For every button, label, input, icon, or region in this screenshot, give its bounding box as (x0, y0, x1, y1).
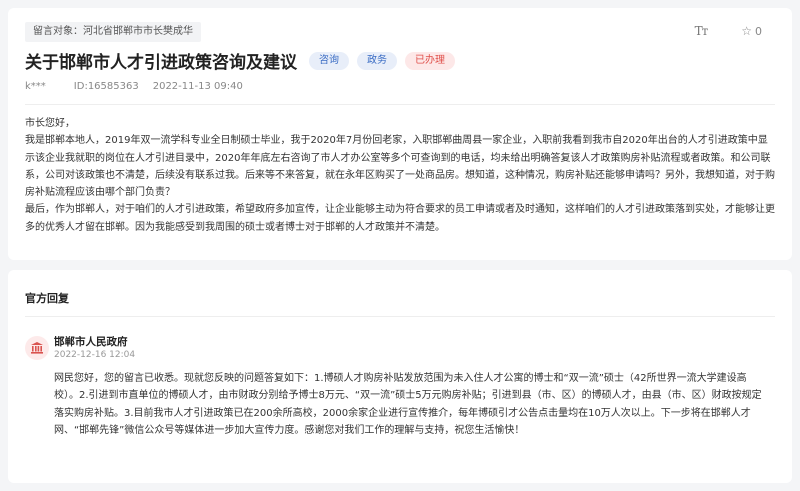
message-title: 关于邯郸市人才引进政策咨询及建议 (25, 53, 297, 73)
reply-heading: 官方回复 (25, 292, 69, 305)
message-target-tag: 留言对象：河北省邯郸市市长樊成华 (25, 22, 201, 42)
reply-datetime: 2022-12-16 12:04 (54, 350, 136, 360)
message-card: 留言对象：河北省邯郸市市长樊成华 Tт ☆ 0 关于邯郸市人才引进政策咨询及建议… (8, 8, 792, 260)
message-id: ID:16585363 (73, 81, 139, 92)
message-toolbar: Tт ☆ 0 (695, 24, 762, 38)
message-meta: k*** ID:16585363 2022-11-13 09:40 (25, 81, 243, 92)
message-paragraph: 我是邯郸本地人，2019年双一流学科专业全日制硕士毕业，我于2020年7月份回老… (25, 135, 775, 199)
divider (25, 316, 775, 317)
message-paragraph: 市长您好， (25, 118, 75, 129)
badge-government: 政务 (357, 51, 397, 70)
message-body: 市长您好， 我是邯郸本地人，2019年双一流学科专业全日制硕士毕业，我于2020… (25, 115, 775, 236)
favorite-count: 0 (755, 24, 762, 38)
badge-status-handled: 已办理 (405, 51, 455, 70)
favorite-button[interactable]: ☆ 0 (741, 24, 762, 38)
government-building-icon (25, 336, 49, 360)
star-icon: ☆ (741, 24, 752, 38)
font-size-icon: Tт (694, 24, 709, 38)
divider (25, 104, 775, 105)
author-name: k*** (25, 81, 46, 92)
message-paragraph: 最后，作为邯郸人，对于咱们的人才引进政策，希望政府多加宣传，让企业能够主动为符合… (25, 204, 775, 233)
official-reply-card: 官方回复 邯郸市人民政府 2022-12-16 12:04 网民您好，您的留言已… (8, 270, 792, 483)
badge-consult: 咨询 (309, 51, 349, 70)
reply-org-name: 邯郸市人民政府 (54, 336, 128, 348)
font-size-button[interactable]: Tт (694, 24, 709, 38)
reply-body: 网民您好，您的留言已收悉。现就您反映的问题答复如下：1.博硕人才购房补贴发放范围… (54, 373, 762, 436)
title-row: 关于邯郸市人才引进政策咨询及建议 咨询 政务 已办理 (25, 48, 463, 73)
message-datetime: 2022-11-13 09:40 (152, 81, 243, 92)
